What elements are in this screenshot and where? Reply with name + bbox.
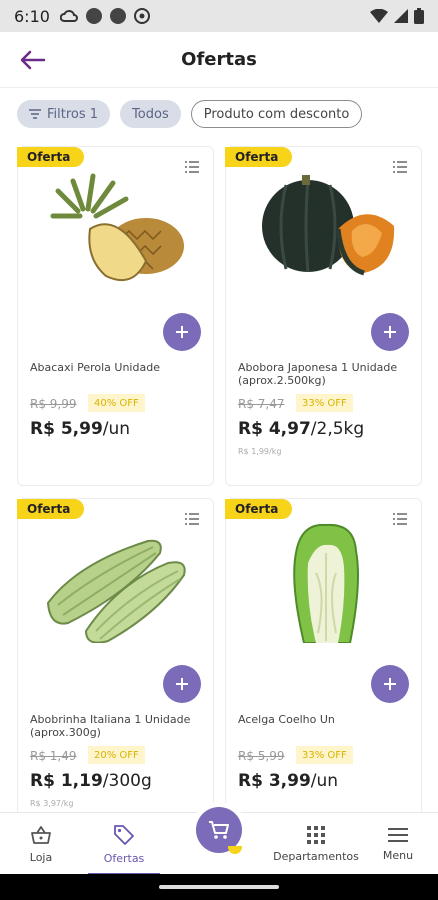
nav-label: Loja (29, 850, 53, 864)
product-card[interactable]: Oferta Acelga Coelho Un R$ 5,99 33% OFF … (225, 498, 422, 818)
discount-chip-label: Produto com desconto (203, 106, 350, 122)
product-name: Abobrinha Italiana 1 Unidade (aprox.300g… (30, 713, 191, 739)
zucchini-image (46, 539, 186, 643)
battery-icon (414, 8, 424, 24)
system-icons (370, 8, 424, 24)
app-bar: Ofertas (0, 32, 438, 88)
menu-icon (388, 827, 408, 842)
nav-item-ofertas[interactable]: Ofertas (88, 813, 160, 875)
gesture-bar (0, 874, 438, 900)
price: R$ 3,99/un (238, 771, 338, 791)
filter-icon (29, 109, 41, 119)
todos-chip-label: Todos (132, 106, 169, 122)
add-to-cart-button[interactable] (163, 313, 201, 351)
price-value: R$ 5,99 (30, 419, 103, 439)
old-price: R$ 7,47 (238, 397, 285, 411)
nav-item-departamentos[interactable]: Departamentos (272, 813, 360, 875)
back-arrow-icon[interactable] (18, 48, 46, 72)
discount-badge: 33% OFF (296, 394, 353, 412)
filters-chip-label: Filtros 1 (47, 106, 99, 122)
product-card[interactable]: Oferta Abobora Japonesa 1 Unidade (aprox… (225, 146, 422, 486)
price-unit: /un (102, 419, 131, 439)
signal-icon (394, 9, 408, 23)
offer-badge: Oferta (17, 499, 85, 519)
old-price: R$ 9,99 (30, 397, 77, 411)
nav-item-loja[interactable]: Loja (14, 813, 68, 875)
discount-badge: 33% OFF (296, 746, 353, 764)
price: R$ 1,19/300g (30, 771, 152, 791)
add-to-cart-button[interactable] (371, 313, 409, 351)
nav-label: Departamentos (273, 849, 359, 863)
todos-chip[interactable]: Todos (120, 100, 181, 128)
price-unit: /un (310, 771, 339, 791)
discount-chip[interactable]: Produto com desconto (190, 100, 363, 128)
filter-bar: Filtros 1 Todos Produto com desconto (17, 100, 363, 128)
tag-icon (114, 824, 134, 845)
discount-badge: 20% OFF (88, 746, 145, 764)
notification-icons (59, 8, 150, 24)
cart-icon (209, 821, 229, 839)
page-title: Ofertas (181, 49, 257, 70)
grid-icon (307, 825, 325, 844)
home-gesture-pill[interactable] (159, 885, 279, 889)
price: R$ 5,99/un (30, 419, 130, 439)
plus-icon (384, 678, 396, 690)
price-unit: /300g (102, 771, 152, 791)
plus-icon (176, 326, 188, 338)
unit-price: R$ 3,97/kg (30, 799, 74, 808)
price-value: R$ 1,19 (30, 771, 103, 791)
notification-dot-icon (85, 8, 102, 24)
price-value: R$ 3,99 (238, 771, 311, 791)
add-to-cart-button[interactable] (163, 665, 201, 703)
filters-chip[interactable]: Filtros 1 (17, 100, 111, 128)
notification-dot-icon (109, 8, 126, 24)
basket-icon (31, 825, 51, 844)
discount-badge: 40% OFF (88, 394, 145, 412)
nav-label: Menu (382, 848, 414, 862)
product-name: Abacaxi Perola Unidade (30, 361, 160, 374)
status-bar: 6:10 (0, 0, 438, 32)
product-card[interactable]: Oferta Abacaxi Perola Unidade R$ 9,99 40… (17, 146, 214, 486)
pumpkin-image (262, 175, 395, 276)
pineapple-image (50, 173, 184, 281)
old-price: R$ 5,99 (238, 749, 285, 763)
product-name: Acelga Coelho Un (238, 713, 335, 726)
wifi-icon (370, 9, 388, 23)
plus-icon (384, 326, 396, 338)
price: R$ 4,97/2,5kg (238, 419, 364, 439)
cloud-icon (59, 9, 78, 22)
old-price: R$ 1,49 (30, 749, 77, 763)
product-name: Abobora Japonesa 1 Unidade (aprox.2.500k… (238, 361, 398, 387)
price-value: R$ 4,97 (238, 419, 311, 439)
plus-icon (176, 678, 188, 690)
price-unit: /2,5kg (310, 419, 365, 439)
offer-badge: Oferta (225, 147, 293, 167)
nav-item-menu[interactable]: Menu (374, 813, 422, 875)
add-to-cart-button[interactable] (371, 665, 409, 703)
offer-badge: Oferta (17, 147, 85, 167)
offer-badge: Oferta (225, 499, 293, 519)
unit-price: R$ 1,99/kg (238, 447, 282, 456)
product-card[interactable]: Oferta Abobrinha Italiana 1 Unidade (apr… (17, 498, 214, 818)
status-time: 6:10 (14, 6, 50, 26)
cabbage-image (293, 523, 359, 643)
sync-icon (133, 8, 150, 24)
nav-label: Ofertas (103, 851, 145, 865)
